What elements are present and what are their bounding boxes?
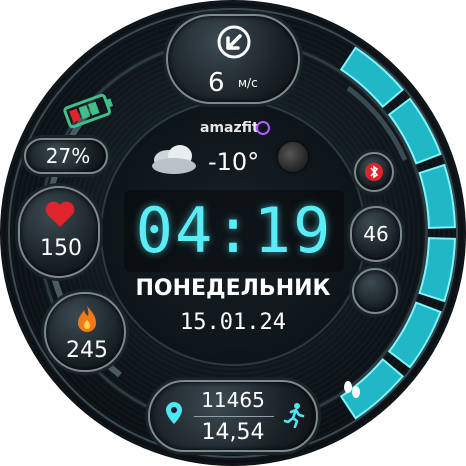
brand-logo-mark	[256, 121, 270, 135]
date-label: 15.01.24	[180, 310, 286, 335]
watch-face: 6 м/с 27% 150 245 46 amazfit -10° 04:19 …	[0, 0, 466, 466]
brand-logo: amazfit	[200, 120, 259, 136]
heart-rate-value: 150	[40, 236, 82, 261]
steps-divider	[194, 416, 274, 417]
battery-pod[interactable]: 27%	[24, 138, 108, 174]
moon-phase-icon	[278, 142, 308, 172]
calories-value: 245	[66, 338, 108, 363]
wind-unit: м/с	[238, 76, 258, 90]
heart-rate-pod[interactable]: 150	[18, 186, 100, 278]
wind-value: 6	[208, 68, 225, 98]
right-value-pod[interactable]: 46	[350, 206, 402, 262]
battery-percent: 27%	[45, 144, 91, 168]
empty-right-pod[interactable]	[352, 268, 398, 314]
weather-temperature: -10°	[208, 148, 260, 176]
right-value: 46	[363, 222, 389, 246]
bluetooth-pod[interactable]	[354, 152, 394, 192]
footsteps-icon	[344, 381, 360, 398]
cloud-icon	[152, 145, 196, 174]
running-icon	[283, 403, 305, 428]
battery-icon	[63, 93, 113, 129]
flame-icon	[78, 306, 96, 332]
bluetooth-off-icon	[365, 163, 383, 181]
calories-pod[interactable]: 245	[44, 292, 126, 372]
compass-arrow-icon	[217, 25, 251, 59]
time-display: 04:19	[135, 194, 333, 267]
weekday-label: ПОНЕДЕЛЬНИК	[135, 276, 331, 301]
wind-pod[interactable]: 6 м/с	[166, 14, 300, 104]
steps-pod[interactable]: 11465 14,54	[148, 380, 318, 452]
heart-icon	[45, 201, 75, 227]
